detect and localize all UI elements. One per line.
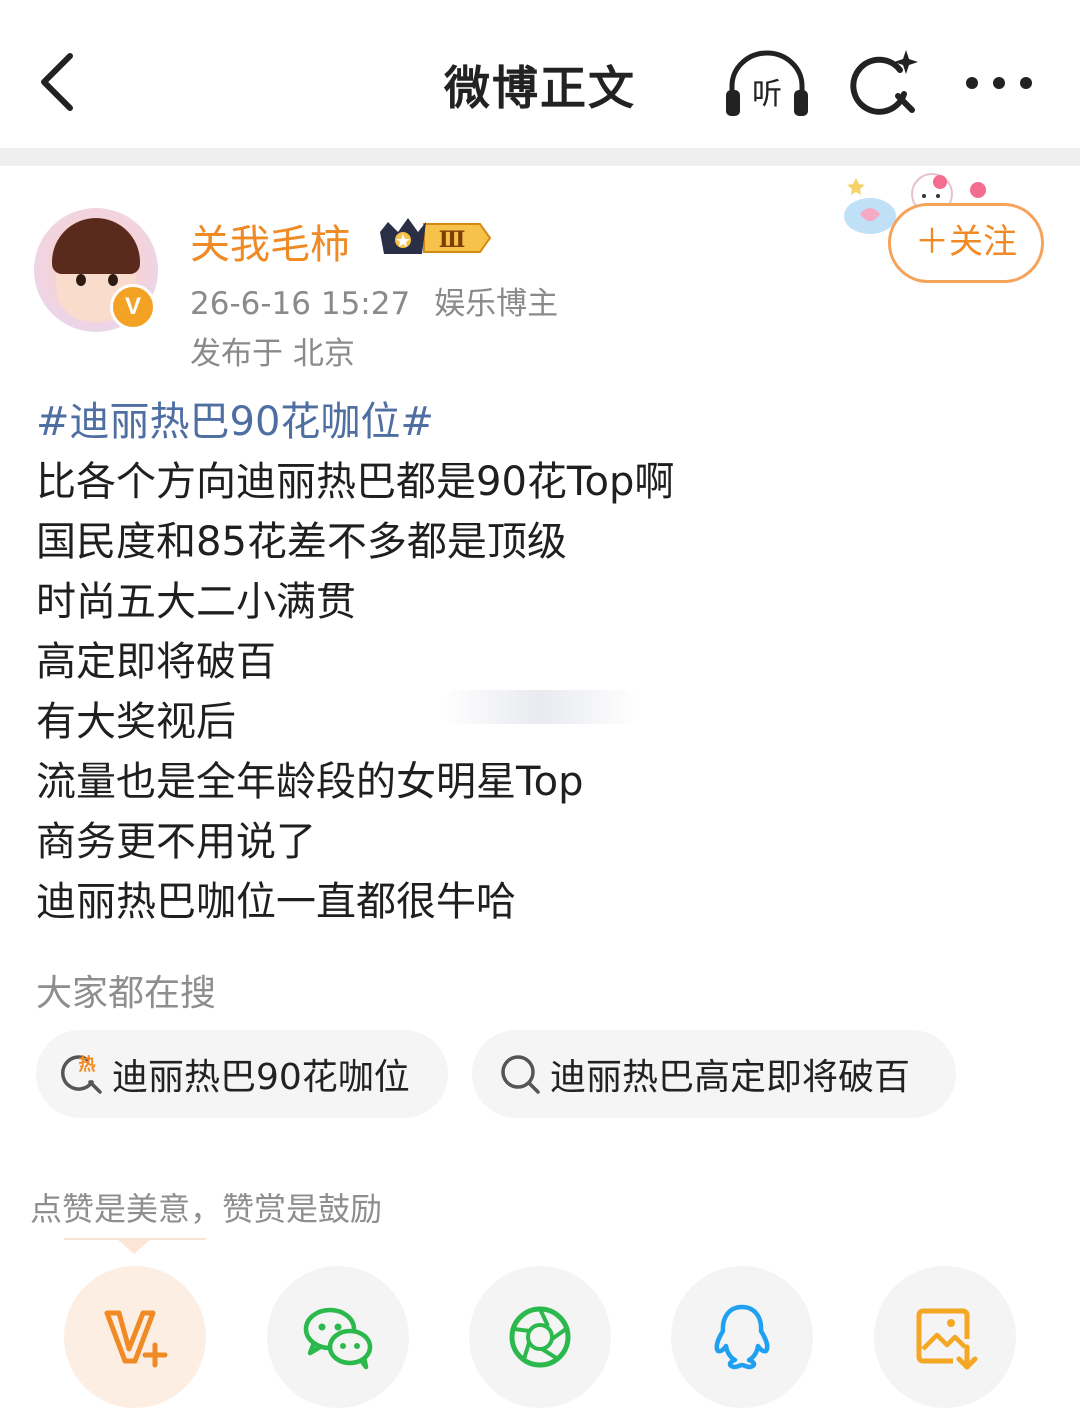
wechat-icon xyxy=(303,1307,373,1370)
svg-text:听: 听 xyxy=(752,77,782,112)
moments-icon xyxy=(509,1306,571,1368)
listen-button[interactable]: 听 xyxy=(722,46,812,120)
vplus-reward-icon xyxy=(104,1310,168,1368)
avatar-hair xyxy=(52,218,140,274)
follow-button[interactable]: ＋关注 xyxy=(888,203,1044,283)
post-text-line: 迪丽热巴咖位一直都很牛哈 xyxy=(36,879,516,925)
author-role: 娱乐博主 xyxy=(434,286,559,322)
back-button[interactable] xyxy=(30,48,90,116)
crown-rank-icon[interactable]: Ⅲ xyxy=(376,214,494,262)
share-qq-button[interactable] xyxy=(671,1266,813,1408)
save-image-button[interactable] xyxy=(874,1266,1016,1408)
headphones-icon: 听 xyxy=(726,50,808,116)
post-text-line: 国民度和85花差不多都是顶级 xyxy=(36,519,567,565)
section-divider xyxy=(0,148,1080,166)
share-moments-button[interactable] xyxy=(469,1266,611,1408)
hashtag-link[interactable]: #迪丽热巴90花咖位# xyxy=(36,392,1046,452)
svg-text:热: 热 xyxy=(79,1054,96,1075)
more-button[interactable] xyxy=(960,60,1038,106)
post-text-line: 商务更不用说了 xyxy=(36,819,316,865)
top-nav-bar: 微博正文 听 xyxy=(0,0,1080,148)
post-text-line: 比各个方向迪丽热巴都是90花Top啊 xyxy=(36,459,675,505)
verified-badge-icon: V xyxy=(110,284,156,330)
reward-prompt: 点赞是美意，赞赏是鼓励 xyxy=(30,1190,383,1228)
share-wechat-button[interactable] xyxy=(267,1266,409,1408)
qq-icon xyxy=(714,1304,770,1370)
svg-text:Ⅲ: Ⅲ xyxy=(439,227,466,253)
reward-button[interactable] xyxy=(64,1266,206,1408)
search-chip-label: 迪丽热巴90花咖位 xyxy=(112,1057,410,1098)
search-button[interactable] xyxy=(848,46,922,120)
hot-search-icon: 热 xyxy=(61,1054,102,1094)
post-meta: 26-6-16 15:27 娱乐博主 xyxy=(190,278,558,323)
author-name[interactable]: 关我毛柿 xyxy=(190,212,350,270)
search-chip[interactable]: 热 迪丽热巴90花咖位 xyxy=(36,1030,448,1118)
post-body: #迪丽热巴90花咖位# 比各个方向迪丽热巴都是90花Top啊 国民度和85花差不… xyxy=(36,392,1046,932)
watermark-smudge xyxy=(440,690,640,724)
more-dots-icon xyxy=(966,77,1032,89)
trending-search-heading: 大家都在搜 xyxy=(36,973,217,1014)
post-text-line: 流量也是全年龄段的女明星Top xyxy=(36,759,584,805)
search-chip-label: 迪丽热巴高定即将破百 xyxy=(550,1057,911,1098)
save-image-icon xyxy=(916,1308,978,1370)
post-location: 发布于 北京 xyxy=(190,336,355,372)
search-icon xyxy=(501,1055,540,1094)
avatar-eye xyxy=(76,274,86,286)
chevron-left-icon xyxy=(41,53,73,111)
search-sparkle-icon xyxy=(850,50,918,115)
post-text-line: 高定即将破百 xyxy=(36,639,276,685)
reward-pointer xyxy=(118,1240,150,1254)
avatar-eye xyxy=(108,274,118,286)
search-chip[interactable]: 迪丽热巴高定即将破百 xyxy=(472,1030,956,1118)
post-text-line: 时尚五大二小满贯 xyxy=(36,579,356,625)
post-timestamp: 26-6-16 15:27 xyxy=(190,286,411,322)
